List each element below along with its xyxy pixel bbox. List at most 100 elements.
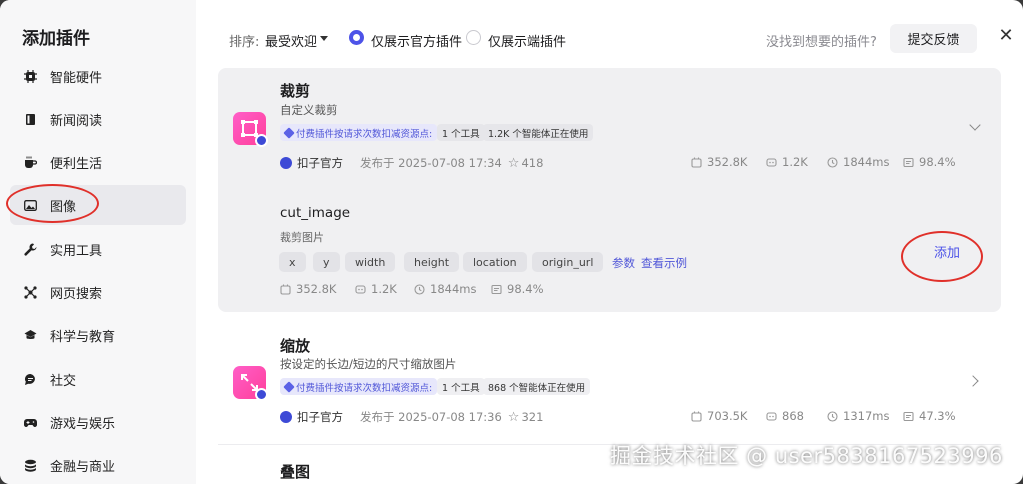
star-icon[interactable]: ☆: [508, 410, 520, 425]
tool-description: 裁剪图片: [280, 231, 324, 244]
param-tag: width: [345, 252, 396, 272]
sidebar-item-label: 新闻阅读: [50, 113, 103, 129]
param-tag: y: [313, 252, 340, 272]
stat-latency: 1844ms: [827, 155, 889, 169]
annotation-circle: [6, 184, 99, 223]
sidebar-item-label: 社交: [50, 373, 77, 389]
radio-official[interactable]: [349, 30, 364, 45]
plugin-list: 裁剪 自定义裁剪 付费插件按请求次数扣减资源点: 1 个工具 1.2K 个智能体…: [196, 68, 1023, 484]
report-icon: [903, 411, 914, 421]
sidebar-item-finance[interactable]: 金融与商业: [10, 445, 186, 484]
sidebar-item-label: 便利生活: [50, 156, 103, 172]
caret-down-icon[interactable]: [320, 36, 328, 41]
annotation-circle: [901, 231, 983, 282]
tools-count-tag: 1 个工具: [437, 378, 485, 395]
stat-calls: 703.5K: [691, 409, 747, 423]
publisher-name: 扣子官方: [297, 156, 343, 170]
stat-latency: 1317ms: [827, 409, 889, 423]
chip-icon: [24, 69, 37, 83]
sidebar-item-lifestyle[interactable]: 便利生活: [10, 142, 186, 182]
clock-icon: [827, 410, 838, 422]
plugin-description: 按设定的长边/短边的尺寸缩放图片: [280, 357, 457, 371]
stat-success-rate: 98.4%: [903, 155, 956, 169]
star-count: 418: [521, 156, 544, 170]
plugin-title: 缩放: [280, 337, 311, 355]
sidebar-item-label: 游戏与娱乐: [50, 416, 116, 432]
radio-client[interactable]: [466, 30, 481, 45]
stat-bots: 868: [766, 409, 804, 423]
star-icon[interactable]: ☆: [508, 156, 520, 171]
calls-icon: [691, 157, 702, 168]
watermark: 掘金技术社区 @ user5838167523996: [610, 444, 1003, 468]
plugin-title: 裁剪: [280, 82, 311, 100]
tools-count-tag: 1 个工具: [437, 124, 485, 141]
sort-label: 排序:: [229, 35, 260, 50]
tool-stat-success-rate: 98.4%: [491, 282, 544, 296]
official-badge-icon: [255, 388, 268, 401]
chat-icon: [24, 373, 37, 386]
gamepad-icon: [24, 416, 37, 429]
calls-icon: [280, 284, 291, 295]
sidebar-item-label: 智能硬件: [50, 70, 103, 86]
paid-tag: 付费插件按请求次数扣减资源点:: [280, 124, 438, 141]
sidebar-item-social[interactable]: 社交: [10, 359, 186, 399]
dialog-title: 添加插件: [22, 29, 90, 49]
star-count: 321: [521, 410, 544, 424]
tool-stat-calls: 352.8K: [280, 282, 336, 296]
wrench-icon: [24, 243, 37, 256]
book-icon: [24, 113, 37, 126]
param-tag: x: [279, 252, 306, 272]
publisher-icon: [280, 411, 292, 423]
clock-icon: [414, 283, 425, 295]
sidebar-item-science-education[interactable]: 科学与教育: [10, 315, 186, 355]
publish-date: 发布于 2025-07-08 17:34: [360, 156, 502, 170]
sidebar-item-label: 网页搜索: [50, 286, 103, 302]
plugin-title[interactable]: 叠图: [280, 461, 310, 482]
close-icon[interactable]: ✕: [995, 24, 1017, 46]
stat-success-rate: 47.3%: [903, 409, 956, 423]
plugin-description: 自定义裁剪: [280, 103, 338, 117]
sidebar: 添加插件 智能硬件 新闻阅读 便利生活 图像 实用工具 网页搜索 科学与教育 社…: [0, 0, 196, 484]
gem-icon: [283, 126, 295, 139]
add-plugin-dialog: 添加插件 智能硬件 新闻阅读 便利生活 图像 实用工具 网页搜索 科学与教育 社…: [0, 0, 1023, 484]
param-tag: location: [463, 252, 527, 272]
params-link[interactable]: 参数: [612, 255, 635, 271]
calls-icon: [691, 411, 702, 422]
coins-icon: [24, 459, 37, 472]
publisher-name: 扣子官方: [297, 410, 343, 424]
stat-calls: 352.8K: [691, 155, 747, 169]
filter-official-label[interactable]: 仅展示官方插件: [371, 31, 462, 50]
sidebar-item-web-search[interactable]: 网页搜索: [10, 272, 186, 312]
plugin-card-crop[interactable]: 裁剪 自定义裁剪 付费插件按请求次数扣减资源点: 1 个工具 1.2K 个智能体…: [218, 68, 1001, 312]
param-tag: origin_url: [532, 252, 604, 272]
gem-icon: [283, 380, 295, 393]
plugin-card-resize[interactable]: 缩放 按设定的长边/短边的尺寸缩放图片 付费插件按请求次数扣减资源点: 1 个工…: [218, 326, 1001, 446]
publish-date: 发布于 2025-07-08 17:36: [360, 410, 502, 424]
official-badge-icon: [255, 134, 268, 147]
tool-stat-bots: 1.2K: [355, 282, 397, 296]
paid-tag: 付费插件按请求次数扣减资源点:: [280, 378, 438, 395]
network-icon: [24, 285, 37, 299]
bot-icon: [766, 157, 777, 167]
param-tag: height: [404, 252, 460, 272]
coffee-icon: [24, 156, 37, 169]
sidebar-item-label: 实用工具: [50, 243, 103, 259]
graduation-cap-icon: [24, 329, 37, 342]
report-icon: [903, 157, 914, 167]
chevron-right-icon[interactable]: [967, 375, 979, 387]
clock-icon: [827, 156, 838, 168]
chevron-up-icon[interactable]: [969, 119, 981, 131]
sidebar-item-news[interactable]: 新闻阅读: [10, 99, 186, 139]
sidebar-item-utilities[interactable]: 实用工具: [10, 229, 186, 269]
feedback-button[interactable]: 提交反馈: [890, 24, 977, 53]
sidebar-item-label: 金融与商业: [50, 459, 116, 475]
sort-dropdown[interactable]: 最受欢迎: [265, 31, 317, 50]
filter-client-label[interactable]: 仅展示端插件: [488, 31, 566, 50]
view-example-link[interactable]: 查看示例: [641, 255, 687, 271]
bot-icon: [355, 284, 366, 294]
stat-bots: 1.2K: [766, 155, 808, 169]
sidebar-item-smart-hardware[interactable]: 智能硬件: [10, 56, 186, 96]
plugin-meta: 扣子官方 发布于 2025-07-08 17:36 ☆ 321: [280, 409, 543, 425]
agents-using-tag: 1.2K 个智能体正在使用: [483, 124, 594, 141]
sidebar-item-games[interactable]: 游戏与娱乐: [10, 402, 186, 442]
